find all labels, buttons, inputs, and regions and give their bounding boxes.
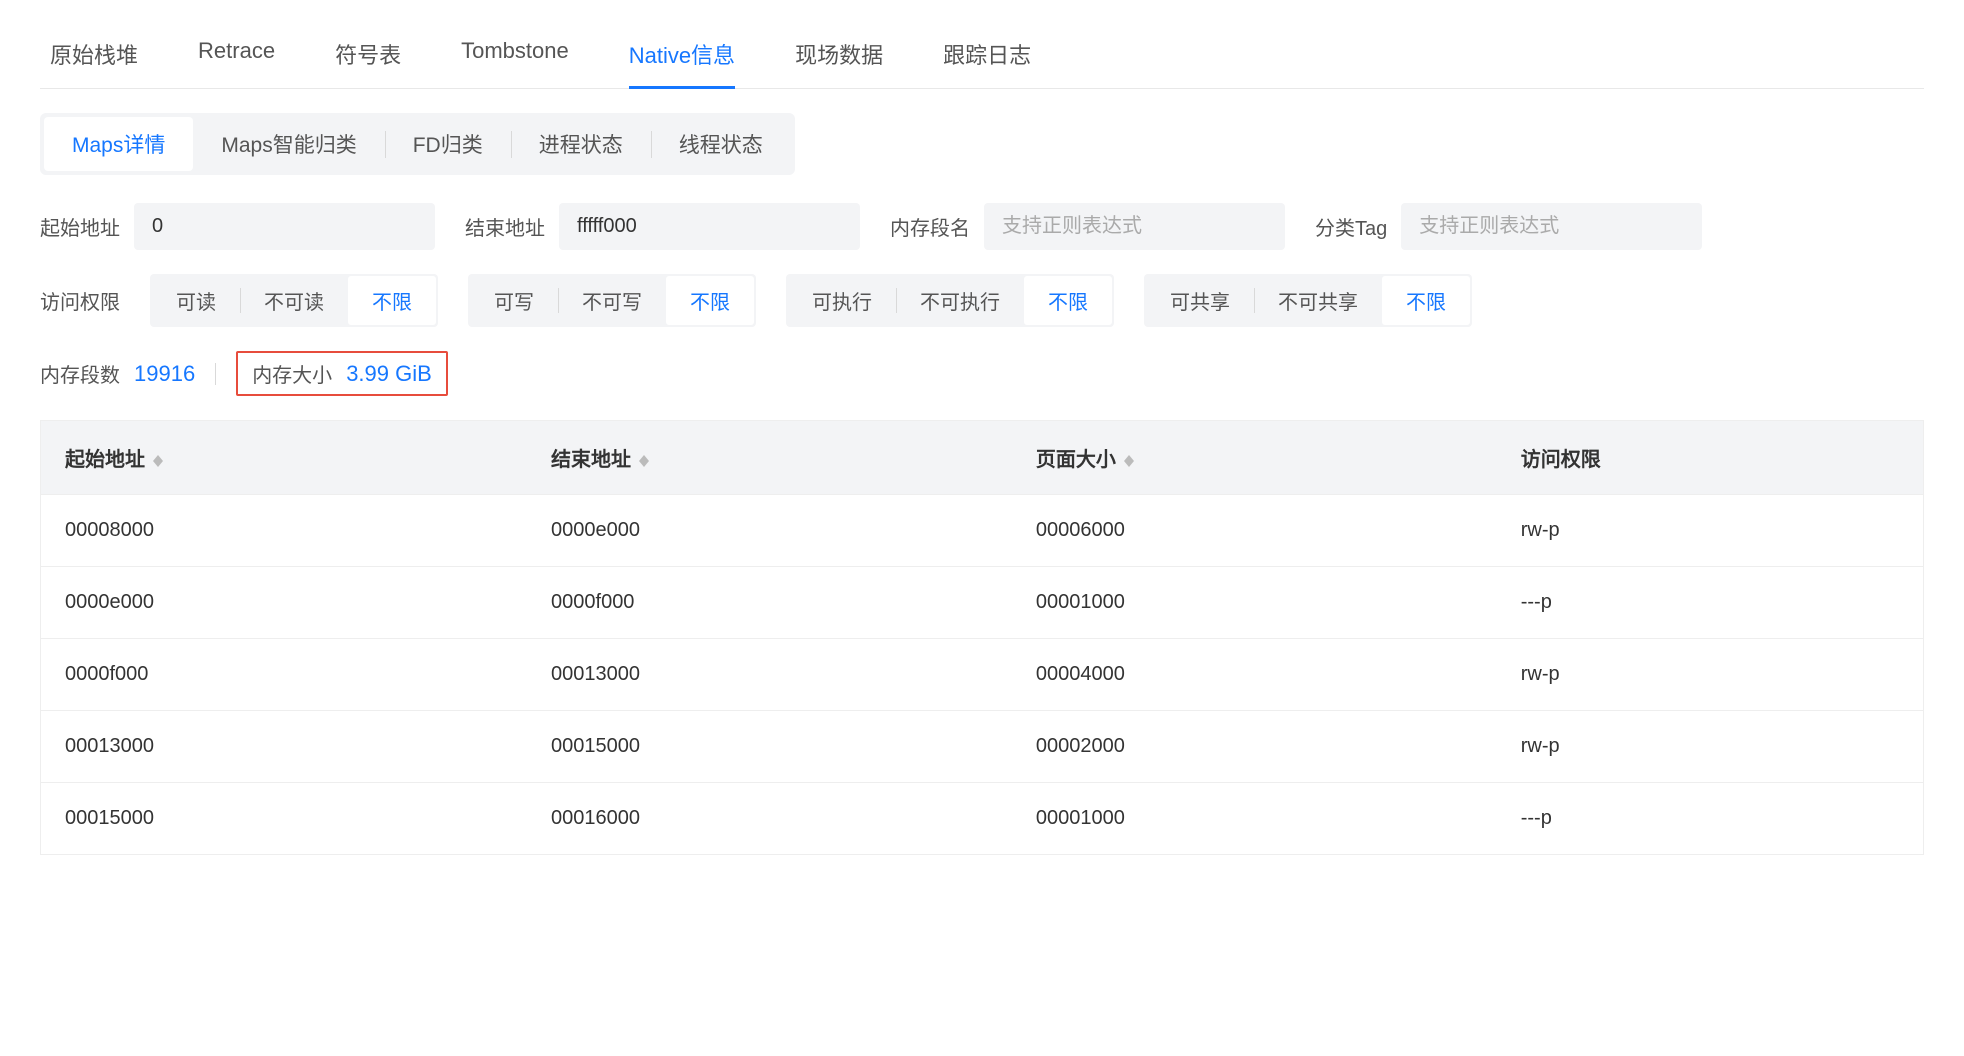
pg-exec-option-2[interactable]: 不限 <box>1024 276 1112 325</box>
cell-perm: ---p <box>1497 567 1924 639</box>
cell-size: 00002000 <box>1012 711 1497 783</box>
cell-end: 00013000 <box>527 639 1012 711</box>
sub-tab-3[interactable]: 进程状态 <box>511 117 651 171</box>
tag-label: 分类Tag <box>1315 212 1387 241</box>
pg-share-option-1[interactable]: 不可共享 <box>1254 276 1382 325</box>
sub-tabs: Maps详情Maps智能归类FD归类进程状态线程状态 <box>40 113 795 175</box>
cell-start: 0000f000 <box>41 639 528 711</box>
cell-start: 00015000 <box>41 783 528 855</box>
mem-size-label: 内存大小 <box>252 359 332 388</box>
cell-size: 00001000 <box>1012 783 1497 855</box>
pg-exec-option-1[interactable]: 不可执行 <box>896 276 1024 325</box>
segment-name-input[interactable] <box>984 203 1285 250</box>
table-row[interactable]: 000150000001600000001000---p <box>41 783 1924 855</box>
sub-tab-0[interactable]: Maps详情 <box>44 117 193 171</box>
filter-row-addresses: 起始地址 结束地址 内存段名 分类Tag <box>40 203 1924 250</box>
tag-input[interactable] <box>1401 203 1702 250</box>
top-tab-4[interactable]: Native信息 <box>629 20 735 88</box>
pg-read-option-0[interactable]: 可读 <box>152 276 240 325</box>
sub-tab-2[interactable]: FD归类 <box>385 117 511 171</box>
permission-label: 访问权限 <box>40 286 120 315</box>
cell-perm: ---p <box>1497 783 1924 855</box>
perm-exec-group: 可执行不可执行不限 <box>786 274 1114 327</box>
top-tab-1[interactable]: Retrace <box>198 20 275 88</box>
segment-name-label: 内存段名 <box>890 212 970 241</box>
pg-write-option-0[interactable]: 可写 <box>470 276 558 325</box>
cell-start: 0000e000 <box>41 567 528 639</box>
cell-end: 00016000 <box>527 783 1012 855</box>
perm-share-group: 可共享不可共享不限 <box>1144 274 1472 327</box>
table-row[interactable]: 0000f0000001300000004000rw-p <box>41 639 1924 711</box>
perm-write-group: 可写不可写不限 <box>468 274 756 327</box>
pg-read-option-2[interactable]: 不限 <box>348 276 436 325</box>
cell-end: 0000f000 <box>527 567 1012 639</box>
end-address-label: 结束地址 <box>465 212 545 241</box>
top-tab-3[interactable]: Tombstone <box>461 20 569 88</box>
cell-perm: rw-p <box>1497 711 1924 783</box>
sub-tab-1[interactable]: Maps智能归类 <box>193 117 384 171</box>
mem-size-highlight: 内存大小 3.99 GiB <box>236 351 448 396</box>
sort-icon <box>639 455 649 467</box>
pg-write-option-1[interactable]: 不可写 <box>558 276 666 325</box>
cell-perm: rw-p <box>1497 639 1924 711</box>
top-tabs: 原始栈堆 Retrace 符号表 Tombstone Native信息现场数据跟踪日志 <box>40 20 1924 89</box>
sub-tab-4[interactable]: 线程状态 <box>651 117 791 171</box>
table-row[interactable]: 000080000000e00000006000rw-p <box>41 495 1924 567</box>
cell-perm: rw-p <box>1497 495 1924 567</box>
top-tab-6[interactable]: 跟踪日志 <box>943 20 1031 88</box>
perm-read-group: 可读不可读不限 <box>150 274 438 327</box>
table-row[interactable]: 0000e0000000f00000001000---p <box>41 567 1924 639</box>
start-address-input[interactable] <box>134 203 435 250</box>
mem-size-value: 3.99 GiB <box>346 361 432 387</box>
pg-write-option-2[interactable]: 不限 <box>666 276 754 325</box>
sort-icon <box>1124 455 1134 467</box>
filter-row-permissions: 访问权限 可读不可读不限 可写不可写不限 可执行不可执行不限 可共享不可共享不限 <box>40 274 1924 327</box>
end-address-input[interactable] <box>559 203 860 250</box>
cell-end: 0000e000 <box>527 495 1012 567</box>
col-header-0[interactable]: 起始地址 <box>41 421 528 495</box>
start-address-label: 起始地址 <box>40 212 120 241</box>
pg-exec-option-0[interactable]: 可执行 <box>788 276 896 325</box>
col-header-2[interactable]: 页面大小 <box>1012 421 1497 495</box>
cell-size: 00004000 <box>1012 639 1497 711</box>
seg-count-value: 19916 <box>134 361 195 387</box>
stats-divider <box>215 363 216 385</box>
top-tab-2[interactable]: 符号表 <box>335 20 401 88</box>
cell-size: 00006000 <box>1012 495 1497 567</box>
pg-share-option-2[interactable]: 不限 <box>1382 276 1470 325</box>
sort-icon <box>153 455 163 467</box>
top-tab-5[interactable]: 现场数据 <box>795 20 883 88</box>
table-row[interactable]: 000130000001500000002000rw-p <box>41 711 1924 783</box>
col-header-1[interactable]: 结束地址 <box>527 421 1012 495</box>
stats-row: 内存段数 19916 内存大小 3.99 GiB <box>40 351 1924 396</box>
pg-share-option-0[interactable]: 可共享 <box>1146 276 1254 325</box>
cell-start: 00008000 <box>41 495 528 567</box>
cell-start: 00013000 <box>41 711 528 783</box>
memory-maps-table: 起始地址 结束地址 页面大小 访问权限 000080000000e0000000… <box>40 420 1924 855</box>
cell-size: 00001000 <box>1012 567 1497 639</box>
top-tab-0[interactable]: 原始栈堆 <box>50 20 138 88</box>
cell-end: 00015000 <box>527 711 1012 783</box>
pg-read-option-1[interactable]: 不可读 <box>240 276 348 325</box>
col-header-3: 访问权限 <box>1497 421 1924 495</box>
seg-count-label: 内存段数 <box>40 359 120 388</box>
